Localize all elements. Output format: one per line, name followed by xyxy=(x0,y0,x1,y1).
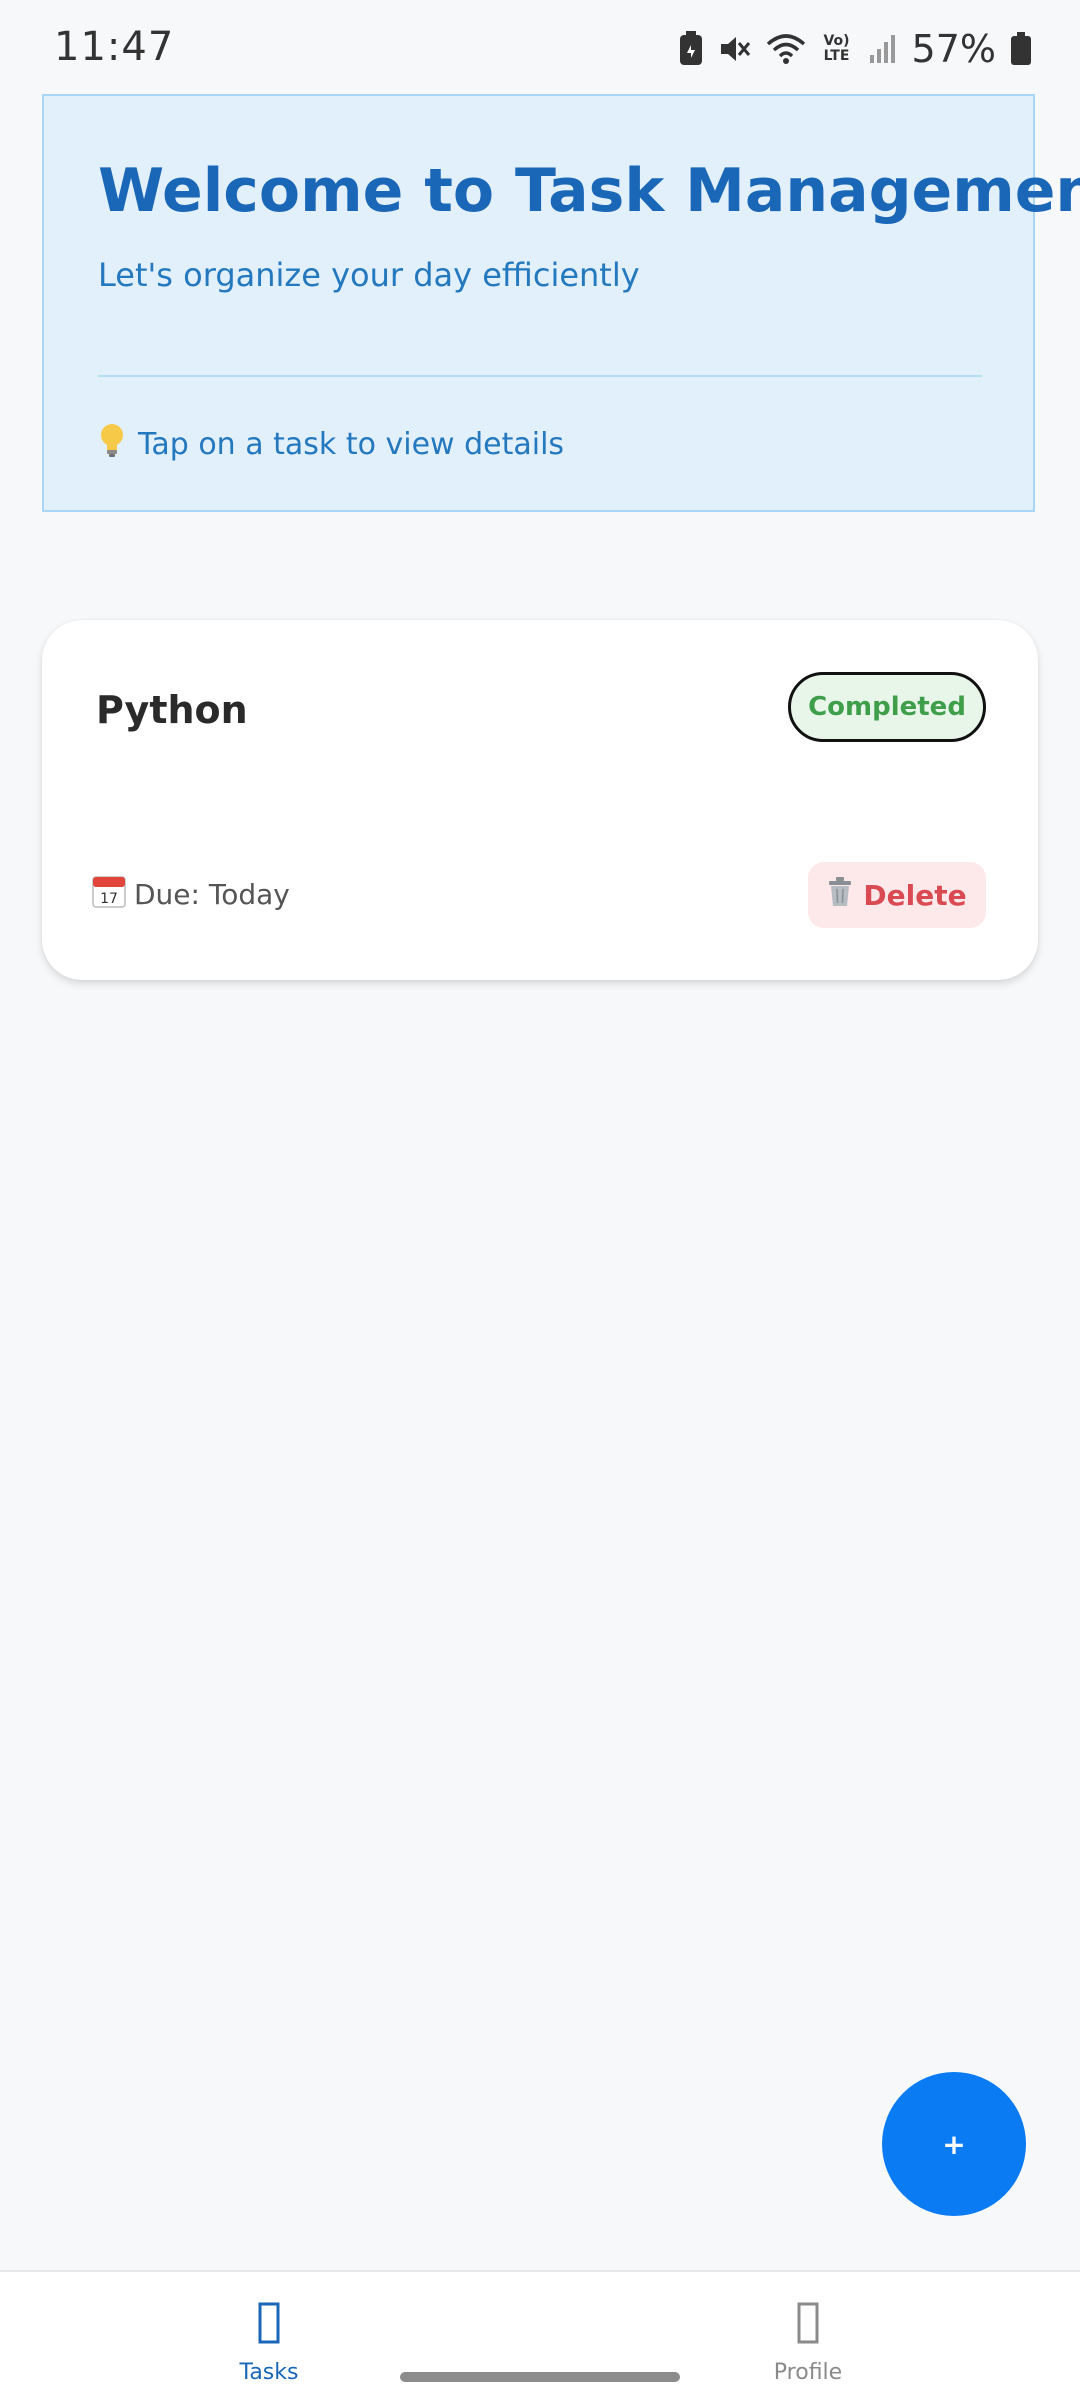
due-text: Due: Today xyxy=(134,878,290,911)
divider xyxy=(98,375,982,377)
lightbulb-icon xyxy=(98,422,126,466)
bottom-nav: Tasks Profile xyxy=(0,2270,1080,2402)
page-title: Welcome to Task Management xyxy=(98,156,1080,226)
status-badge: Completed xyxy=(788,672,986,742)
status-time: 11:47 xyxy=(54,24,175,70)
wifi-icon xyxy=(766,32,806,66)
svg-text:17: 17 xyxy=(100,891,118,907)
trash-icon xyxy=(827,876,853,914)
tab-tasks-label: Tasks xyxy=(239,2360,299,2385)
status-bar: 11:47 Vo) LTE 57% xyxy=(0,0,1080,96)
home-indicator[interactable] xyxy=(400,2372,680,2382)
due-date: 17 Due: Today xyxy=(92,874,290,915)
status-icons: Vo) LTE 57% xyxy=(678,26,1032,72)
plus-icon: + xyxy=(942,2127,966,2161)
welcome-banner: Welcome to Task Management Let's organiz… xyxy=(42,94,1080,512)
tab-profile[interactable]: Profile xyxy=(708,2272,908,2402)
task-card[interactable]: Python Completed 17 Due: Today Delete xyxy=(42,620,1038,980)
welcome-hint: Tap on a task to view details xyxy=(98,422,564,466)
add-task-button[interactable]: + xyxy=(882,2072,1026,2216)
battery-percent: 57% xyxy=(911,27,996,71)
tab-tasks[interactable]: Tasks xyxy=(169,2272,369,2402)
mute-icon xyxy=(718,32,752,66)
battery-icon xyxy=(1010,32,1032,66)
delete-label: Delete xyxy=(863,878,967,912)
calendar-icon: 17 xyxy=(92,874,126,915)
profile-icon xyxy=(797,2302,819,2348)
tasks-icon xyxy=(258,2302,280,2348)
battery-saver-icon xyxy=(678,31,704,67)
task-title: Python xyxy=(96,688,248,732)
volte-icon: Vo) LTE xyxy=(823,33,850,64)
delete-button[interactable]: Delete xyxy=(808,862,986,928)
hint-text: Tap on a task to view details xyxy=(138,426,565,462)
tab-profile-label: Profile xyxy=(773,2360,843,2385)
signal-icon xyxy=(868,33,898,65)
welcome-subtitle: Let's organize your day efficiently xyxy=(98,256,640,294)
